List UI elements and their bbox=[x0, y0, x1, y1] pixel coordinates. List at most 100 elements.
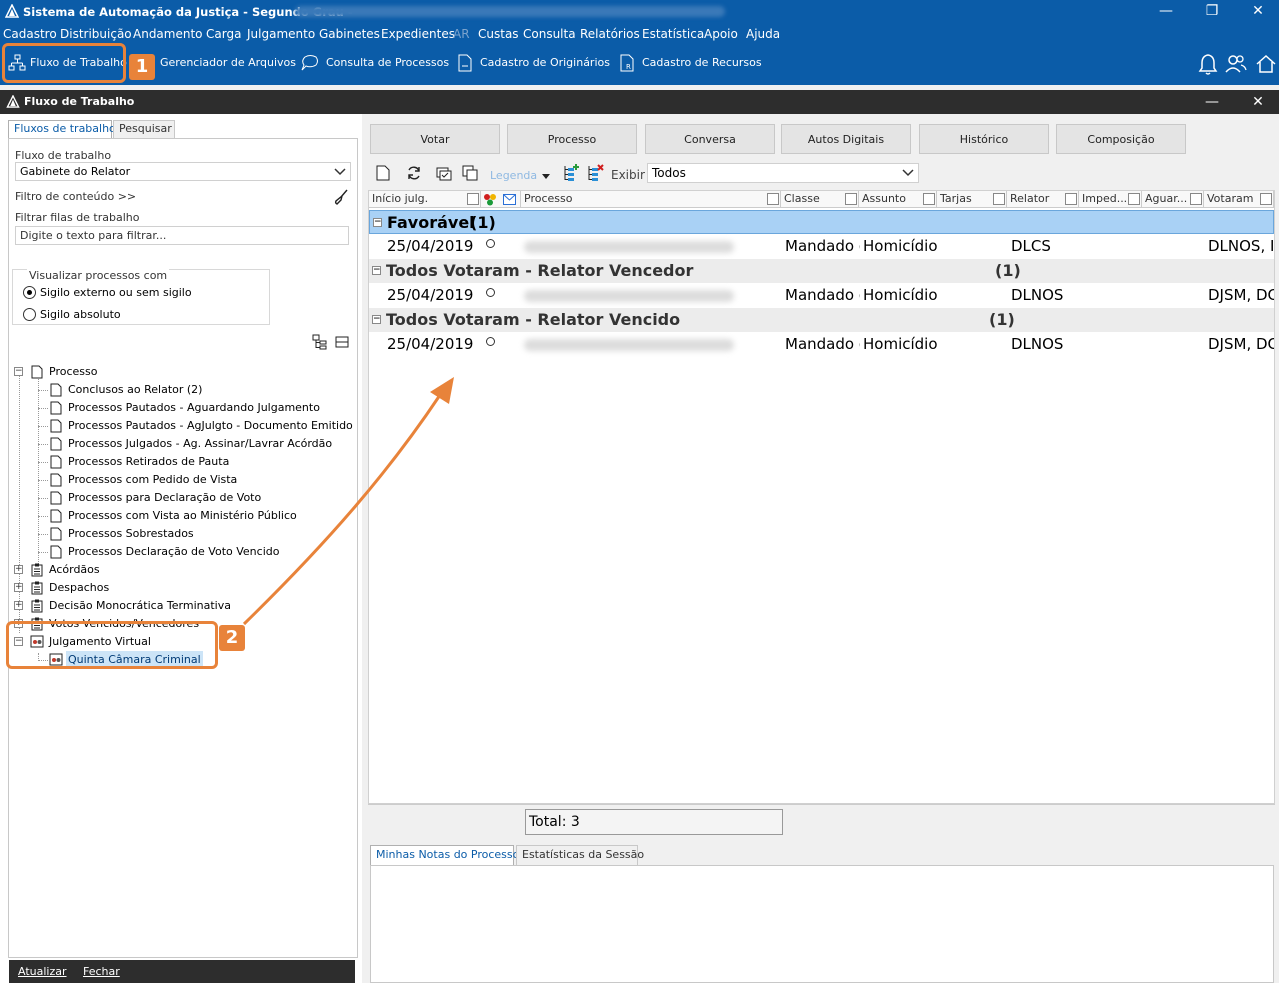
tree-item-julgados[interactable]: Processos Julgados - Ag. Assinar/Lavrar … bbox=[9, 435, 349, 453]
tree-item-vista-mp[interactable]: Processos com Vista ao Ministério Públic… bbox=[9, 507, 349, 525]
users-icon[interactable] bbox=[1224, 52, 1248, 76]
remove-tree-icon[interactable] bbox=[586, 164, 604, 182]
add-tree-icon[interactable] bbox=[562, 164, 580, 182]
filter-dropdown-icon[interactable] bbox=[1065, 193, 1077, 205]
expand-toggle[interactable]: + bbox=[14, 601, 23, 610]
filtrar-input[interactable]: Digite o texto para filtrar... bbox=[15, 226, 349, 245]
panel-close-icon[interactable]: ✕ bbox=[1246, 93, 1270, 111]
new-document-icon[interactable] bbox=[376, 165, 390, 181]
copy-icon[interactable] bbox=[462, 165, 478, 181]
minimize-icon[interactable]: — bbox=[1154, 2, 1178, 20]
menu-expedientes[interactable]: Expedientes bbox=[381, 27, 455, 41]
collapse-toggle[interactable]: − bbox=[372, 266, 381, 275]
menu-estatistica[interactable]: Estatística bbox=[642, 27, 704, 41]
tab-estatisticas-sessao[interactable]: Estatísticas da Sessão bbox=[516, 845, 644, 865]
close-icon[interactable]: ✕ bbox=[1246, 2, 1270, 20]
filter-dropdown-icon[interactable] bbox=[767, 193, 779, 205]
col-classe[interactable]: Classe bbox=[781, 191, 859, 208]
home-icon[interactable] bbox=[1254, 52, 1278, 76]
tab-autos-digitais[interactable]: Autos Digitais bbox=[781, 124, 911, 154]
menu-distribuicao[interactable]: Distribuição bbox=[60, 27, 132, 41]
gerenciador-arquivos-button[interactable]: Gerenciador de Arquivos bbox=[160, 52, 296, 76]
refresh-icon[interactable] bbox=[406, 165, 422, 181]
checklist-icon[interactable] bbox=[436, 165, 452, 181]
menu-custas[interactable]: Custas bbox=[478, 27, 519, 41]
cadastro-originarios-button[interactable]: Cadastro de Originários bbox=[456, 52, 610, 76]
col-processo[interactable]: Processo bbox=[521, 191, 781, 208]
sigilo-externo-radio[interactable]: Sigilo externo ou sem sigilo bbox=[23, 286, 192, 299]
group-favoravel[interactable]: − Favorável (1) bbox=[369, 210, 1274, 234]
table-row[interactable]: 25/04/2019 Mandado d Homicídio DLNOS DJS… bbox=[369, 283, 1274, 308]
tab-processo[interactable]: Processo bbox=[507, 124, 637, 154]
tree-item-acordaos[interactable]: + Acórdãos bbox=[9, 561, 349, 579]
tab-composicao[interactable]: Composição bbox=[1056, 124, 1186, 154]
menu-relatorios[interactable]: Relatórios bbox=[580, 27, 640, 41]
notes-area[interactable] bbox=[370, 865, 1274, 983]
atualizar-button[interactable]: Atualizar bbox=[18, 965, 67, 978]
fechar-button[interactable]: Fechar bbox=[83, 965, 120, 978]
col-status-icons[interactable] bbox=[481, 191, 521, 208]
tree-item-voto-vencido[interactable]: Processos Declaração de Voto Vencido bbox=[9, 543, 349, 561]
tree-item-pedido-vista[interactable]: Processos com Pedido de Vista bbox=[9, 471, 349, 489]
tree-item-retirados[interactable]: Processos Retirados de Pauta bbox=[9, 453, 349, 471]
filter-dropdown-icon[interactable] bbox=[923, 193, 935, 205]
filtro-conteudo-link[interactable]: Filtro de conteúdo >> bbox=[15, 190, 136, 203]
tree-item-conclusos[interactable]: Conclusos ao Relator (2) bbox=[9, 381, 349, 399]
tab-minhas-notas[interactable]: Minhas Notas do Processo bbox=[370, 845, 519, 865]
filter-dropdown-icon[interactable] bbox=[1260, 193, 1272, 205]
consulta-processos-button[interactable]: Consulta de Processos bbox=[300, 52, 449, 76]
panel-minimize-icon[interactable]: — bbox=[1200, 93, 1224, 111]
menu-julgamento[interactable]: Julgamento bbox=[247, 27, 315, 41]
tab-conversa[interactable]: Conversa bbox=[645, 124, 775, 154]
tree-item-despachos[interactable]: + Despachos bbox=[9, 579, 349, 597]
filter-dropdown-icon[interactable] bbox=[1128, 193, 1140, 205]
menu-andamento[interactable]: Andamento bbox=[133, 27, 203, 41]
menu-apoio[interactable]: Apoio bbox=[704, 27, 738, 41]
tree-item-pautados-aguardando[interactable]: Processos Pautados - Aguardando Julgamen… bbox=[9, 399, 349, 417]
filter-dropdown-icon[interactable] bbox=[993, 193, 1005, 205]
tab-historico[interactable]: Histórico bbox=[919, 124, 1049, 154]
tab-pesquisar[interactable]: Pesquisar bbox=[113, 120, 175, 138]
expand-toggle[interactable]: + bbox=[14, 565, 23, 574]
filter-dropdown-icon[interactable] bbox=[467, 193, 479, 205]
group-relator-vencido[interactable]: − Todos Votaram - Relator Vencido (1) bbox=[369, 308, 1274, 332]
collapse-tree-icon[interactable] bbox=[335, 334, 349, 350]
fluxo-select[interactable]: Gabinete do Relator bbox=[15, 162, 351, 181]
tree-item-decisao-monocratica[interactable]: + Decisão Monocrática Terminativa bbox=[9, 597, 349, 615]
tree-item-sobrestados[interactable]: Processos Sobrestados bbox=[9, 525, 349, 543]
col-impedimento[interactable]: Imped... bbox=[1079, 191, 1142, 208]
tree-item-pautados-documento[interactable]: Processos Pautados - AgJulgto - Document… bbox=[9, 417, 353, 435]
group-relator-vencedor[interactable]: − Todos Votaram - Relator Vencedor (1) bbox=[369, 259, 1274, 283]
collapse-toggle[interactable]: − bbox=[372, 315, 381, 324]
collapse-toggle[interactable]: − bbox=[14, 367, 23, 376]
restore-icon[interactable]: ❐ bbox=[1200, 2, 1224, 20]
menu-carga[interactable]: Carga bbox=[206, 27, 241, 41]
notification-bell-icon[interactable] bbox=[1196, 52, 1220, 76]
menu-ajuda[interactable]: Ajuda bbox=[746, 27, 780, 41]
tree-item-declaracao-voto[interactable]: Processos para Declaração de Voto bbox=[9, 489, 349, 507]
menu-consulta[interactable]: Consulta bbox=[523, 27, 576, 41]
cadastro-recursos-button[interactable]: R Cadastro de Recursos bbox=[618, 52, 762, 76]
filter-dropdown-icon[interactable] bbox=[845, 193, 857, 205]
tab-fluxos-trabalho[interactable]: Fluxos de trabalho bbox=[8, 120, 116, 138]
col-aguardando[interactable]: Aguar... bbox=[1142, 191, 1204, 208]
menu-gabinetes[interactable]: Gabinetes bbox=[319, 27, 380, 41]
col-inicio-julg[interactable]: Início julg. bbox=[369, 191, 481, 208]
tree-item-processo[interactable]: − Processo bbox=[9, 363, 349, 381]
chevron-down-icon[interactable] bbox=[542, 174, 550, 180]
expand-tree-icon[interactable] bbox=[312, 334, 328, 350]
table-row[interactable]: 25/04/2019 Mandado d Homicídio DLNOS DJS… bbox=[369, 332, 1274, 357]
collapse-toggle[interactable]: − bbox=[373, 218, 382, 227]
col-assunto[interactable]: Assunto bbox=[859, 191, 937, 208]
menu-cadastro[interactable]: Cadastro bbox=[3, 27, 57, 41]
expand-toggle[interactable]: + bbox=[14, 583, 23, 592]
filter-dropdown-icon[interactable] bbox=[1190, 193, 1202, 205]
exibir-select[interactable]: Todos bbox=[647, 163, 919, 183]
col-votaram[interactable]: Votaram bbox=[1204, 191, 1274, 208]
col-relator[interactable]: Relator bbox=[1007, 191, 1079, 208]
tab-votar[interactable]: Votar bbox=[370, 124, 500, 154]
table-row[interactable]: 25/04/2019 Mandado d Homicídio DLCS DLNO… bbox=[369, 234, 1274, 259]
legenda-button[interactable]: Legenda bbox=[490, 169, 537, 182]
sigilo-absoluto-radio[interactable]: Sigilo absoluto bbox=[23, 308, 121, 321]
broom-icon[interactable] bbox=[333, 189, 349, 205]
